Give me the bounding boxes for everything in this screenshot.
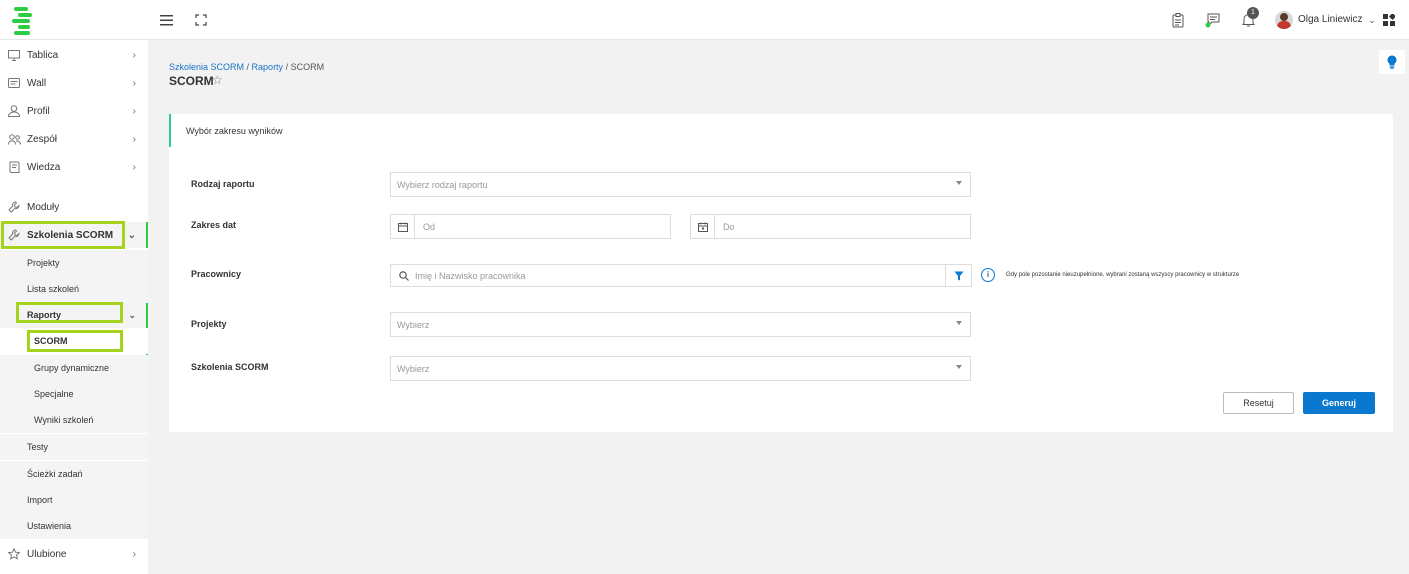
projects-label: Projekty [191,319,227,329]
book-icon [7,160,21,174]
wrench-icon [7,200,21,214]
scorm-trainings-placeholder: Wybierz [397,363,430,374]
chevron-right-icon: › [132,49,136,61]
sidebar-subitem-specjalne[interactable]: Specjalne [0,381,148,407]
notification-badge: 1 [1247,7,1259,19]
clipboard-icon[interactable] [1170,12,1186,28]
caret-down-icon [956,321,962,325]
sidebar-item-label: Tablica [27,49,59,61]
avatar[interactable] [1275,11,1293,29]
sidebar-item-tablica[interactable]: Tablica › [0,42,148,68]
calendar-icon [391,215,415,238]
top-bar: 1 Olga Liniewicz ⌄ [0,0,1409,40]
info-icon: i [981,268,995,282]
chevron-right-icon: › [132,77,136,89]
sidebar-subitem-wyniki-szkolen[interactable]: Wyniki szkoleń [0,407,148,433]
sidebar-item-ulubione[interactable]: Ulubione › [0,541,148,567]
lightbulb-icon[interactable] [1379,50,1405,74]
calendar-icon [691,215,715,238]
scorm-trainings-select[interactable]: Wybierz [390,356,971,381]
active-indicator [146,222,148,248]
app-logo[interactable] [8,5,38,35]
date-to-placeholder: Do [723,221,735,232]
sidebar-item-zespol[interactable]: Zespół › [0,126,148,152]
breadcrumb-separator: / [283,62,291,72]
employees-info-text: Gdy pole pozostanie nieuzupełnione, wybr… [1006,272,1240,278]
team-icon [7,132,21,146]
sidebar-subitem-testy[interactable]: Testy [0,434,148,460]
report-type-select[interactable]: Wybierz rodzaj raportu [390,172,971,197]
generate-button[interactable]: Generuj [1303,392,1375,414]
menu-hamburger-icon[interactable] [158,12,174,28]
sidebar-item-label: Zespół [27,133,58,145]
star-icon [7,547,21,561]
date-range-label: Zakres dat [191,220,237,230]
user-menu-chevron-icon[interactable]: ⌄ [1364,12,1380,28]
sidebar-item-label: Wall [27,77,47,89]
fullscreen-icon[interactable] [193,12,209,28]
panel-title: Wybór zakresu wyników [186,126,283,136]
sidebar-item-moduly[interactable]: Moduły [0,194,148,220]
filter-icon[interactable] [945,265,971,286]
scorm-trainings-label: Szkolenia SCORM [191,362,269,372]
date-from-field[interactable]: Od [390,214,671,239]
highlight-frame [1,221,125,249]
page-title: SCORM [169,74,214,88]
sidebar: Tablica › Wall › Profil › Zespół › Wiedz… [0,40,148,574]
sidebar-subitem-projekty[interactable]: Projekty [0,250,148,276]
employees-placeholder: Imię i Nazwisko pracownika [415,270,526,281]
sidebar-subitem-import[interactable]: Import [0,487,148,513]
chevron-down-icon: ⌄ [127,229,136,241]
chevron-down-icon: ⌄ [128,309,136,320]
sidebar-item-wall[interactable]: Wall › [0,70,148,96]
report-type-placeholder: Wybierz rodzaj raportu [397,179,488,190]
sidebar-subitem-sciezki-zadan[interactable]: Ścieżki zadań [0,461,148,487]
sidebar-subitem-grupy-dynamiczne[interactable]: Grupy dynamiczne [0,355,148,381]
report-filter-panel: Wybór zakresu wyników Rodzaj raportu Wyb… [169,114,1393,432]
reset-button[interactable]: Resetuj [1223,392,1294,414]
breadcrumb-current: SCORM [290,62,325,72]
employees-search-input[interactable]: Imię i Nazwisko pracownika [390,264,972,287]
sidebar-item-label: Wiedza [27,161,61,173]
favorite-star-icon[interactable]: ☆ [212,73,223,87]
report-type-label: Rodzaj raportu [191,179,255,189]
sidebar-item-label: Moduły [27,201,60,213]
breadcrumb: Szkolenia SCORM / Raporty / SCORM [169,62,324,72]
caret-down-icon [956,365,962,369]
chevron-right-icon: › [132,133,136,145]
sidebar-subitem-lista-szkolen[interactable]: Lista szkoleń [0,276,148,302]
date-to-field[interactable]: Do [690,214,971,239]
panel-header: Wybór zakresu wyników [169,114,1393,147]
chevron-right-icon: › [132,161,136,173]
breadcrumb-link-szkolenia-scorm[interactable]: Szkolenia SCORM [169,62,244,72]
sidebar-item-label: Profil [27,105,50,117]
chevron-right-icon: › [132,548,136,560]
projects-select[interactable]: Wybierz [390,312,971,337]
caret-down-icon [956,181,962,185]
sidebar-item-profil[interactable]: Profil › [0,98,148,124]
chat-icon[interactable] [1205,12,1221,28]
user-name[interactable]: Olga Liniewicz [1298,14,1362,25]
highlight-frame [27,330,123,352]
date-from-placeholder: Od [423,221,436,232]
sidebar-subitem-ustawienia[interactable]: Ustawienia [0,513,148,539]
apps-grid-icon[interactable] [1381,12,1397,28]
employees-label: Pracownicy [191,269,242,279]
chevron-right-icon: › [132,105,136,117]
projects-placeholder: Wybierz [397,319,430,330]
wall-icon [7,76,21,90]
sidebar-item-wiedza[interactable]: Wiedza › [0,154,148,180]
search-icon [399,270,409,281]
user-icon [7,104,21,118]
breadcrumb-link-raporty[interactable]: Raporty [252,62,284,72]
sidebar-item-label: Ulubione [27,548,67,560]
highlight-frame [16,302,123,323]
breadcrumb-separator: / [244,62,252,72]
monitor-icon [7,48,21,62]
